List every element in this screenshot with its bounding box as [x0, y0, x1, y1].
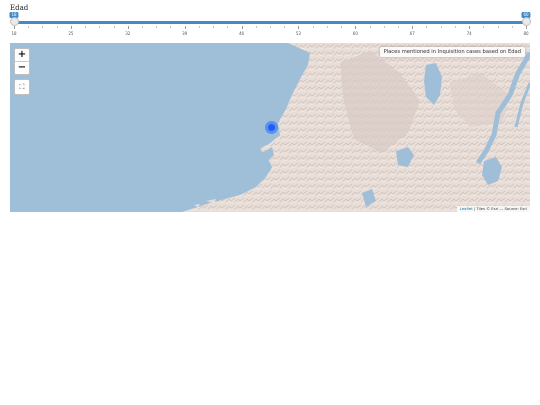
- slider-tick-label: 25: [68, 31, 74, 36]
- slider-tick-minor: [454, 26, 456, 28]
- fullscreen-icon: ⛶: [19, 83, 25, 91]
- slider-tick-major: [526, 26, 527, 29]
- slider-tick-label: 67: [409, 31, 415, 36]
- slider-tick-label: 80: [523, 31, 529, 36]
- slider-tick-label: 46: [239, 31, 245, 36]
- slider-tick-minor: [85, 26, 87, 28]
- slider-ticks: 18 25 32 39 46 53 60 67 74 80: [11, 26, 529, 36]
- slider-tick-major: [184, 26, 186, 29]
- zoom-control: + −: [14, 48, 30, 75]
- slider-tick-minor: [255, 26, 257, 28]
- slider-tick-minor: [440, 26, 442, 28]
- leaflet-link[interactable]: Leaflet: [460, 206, 473, 211]
- slider-tick-minor: [142, 26, 143, 28]
- slider-tick-minor: [369, 26, 371, 28]
- map-title: Places mentioned in Inquisition cases ba…: [379, 47, 525, 57]
- age-slider-label: Edad: [10, 4, 29, 12]
- slider-tick-minor: [511, 26, 513, 28]
- slider-tick-minor: [284, 26, 286, 28]
- slider-to-handle[interactable]: [521, 17, 531, 26]
- place-marker[interactable]: [265, 121, 278, 134]
- slider-tick-major: [127, 26, 129, 29]
- slider-tick-label: 32: [125, 31, 131, 36]
- slider-track[interactable]: [14, 21, 526, 24]
- slider-tick-minor: [56, 26, 58, 28]
- slider-tick-major: [412, 26, 414, 29]
- slider-tick-minor: [113, 26, 115, 28]
- slider-tick-major: [469, 26, 471, 29]
- slider-tick-major: [241, 26, 243, 29]
- slider-tick-minor: [312, 26, 314, 28]
- slider-tick-minor: [341, 26, 343, 28]
- slider-tick-minor: [497, 26, 499, 28]
- slider-tick-minor: [99, 26, 101, 28]
- slider-tick-label: 18: [11, 31, 17, 36]
- slider-tick-minor: [326, 26, 328, 28]
- slider-tick-minor: [483, 26, 485, 28]
- slider-tick-minor: [28, 26, 30, 28]
- slider-tick-minor: [213, 26, 215, 28]
- zoom-in-button[interactable]: +: [15, 49, 29, 61]
- zoom-out-button[interactable]: −: [15, 61, 29, 74]
- tiles-attribution: | Tiles © Esri — Source: Esri: [472, 206, 527, 211]
- slider-tick-major: [355, 26, 357, 29]
- map-attribution: Leaflet | Tiles © Esri — Source: Esri: [456, 206, 530, 212]
- slider-tick-label: 60: [352, 31, 358, 36]
- slider-tick-minor: [227, 26, 229, 28]
- fullscreen-button[interactable]: ⛶: [14, 79, 30, 95]
- slider-tick-major: [14, 26, 15, 29]
- place-marker-dot: [268, 124, 275, 131]
- slider-tick-minor: [270, 26, 271, 28]
- slider-tick-label: 39: [182, 31, 188, 36]
- slider-tick-minor: [198, 26, 200, 28]
- slider-tick-label: 74: [466, 31, 472, 36]
- slider-tick-major: [70, 26, 72, 29]
- slider-tick-minor: [426, 26, 428, 28]
- map[interactable]: + − ⛶ Places mentioned in Inquisition ca…: [10, 43, 530, 212]
- slider-tick-minor: [170, 26, 172, 28]
- slider-tick-major: [298, 26, 300, 29]
- slider-from-handle[interactable]: [9, 17, 19, 26]
- slider-tick-minor: [156, 26, 158, 28]
- slider-tick-minor: [42, 26, 44, 28]
- slider-tick-minor: [383, 26, 385, 28]
- slider-tick-minor: [398, 26, 399, 28]
- slider-tick-label: 53: [295, 31, 301, 36]
- age-range-slider[interactable]: 18 60 18 25 32 39 46 53 60 67 74 80: [9, 12, 531, 36]
